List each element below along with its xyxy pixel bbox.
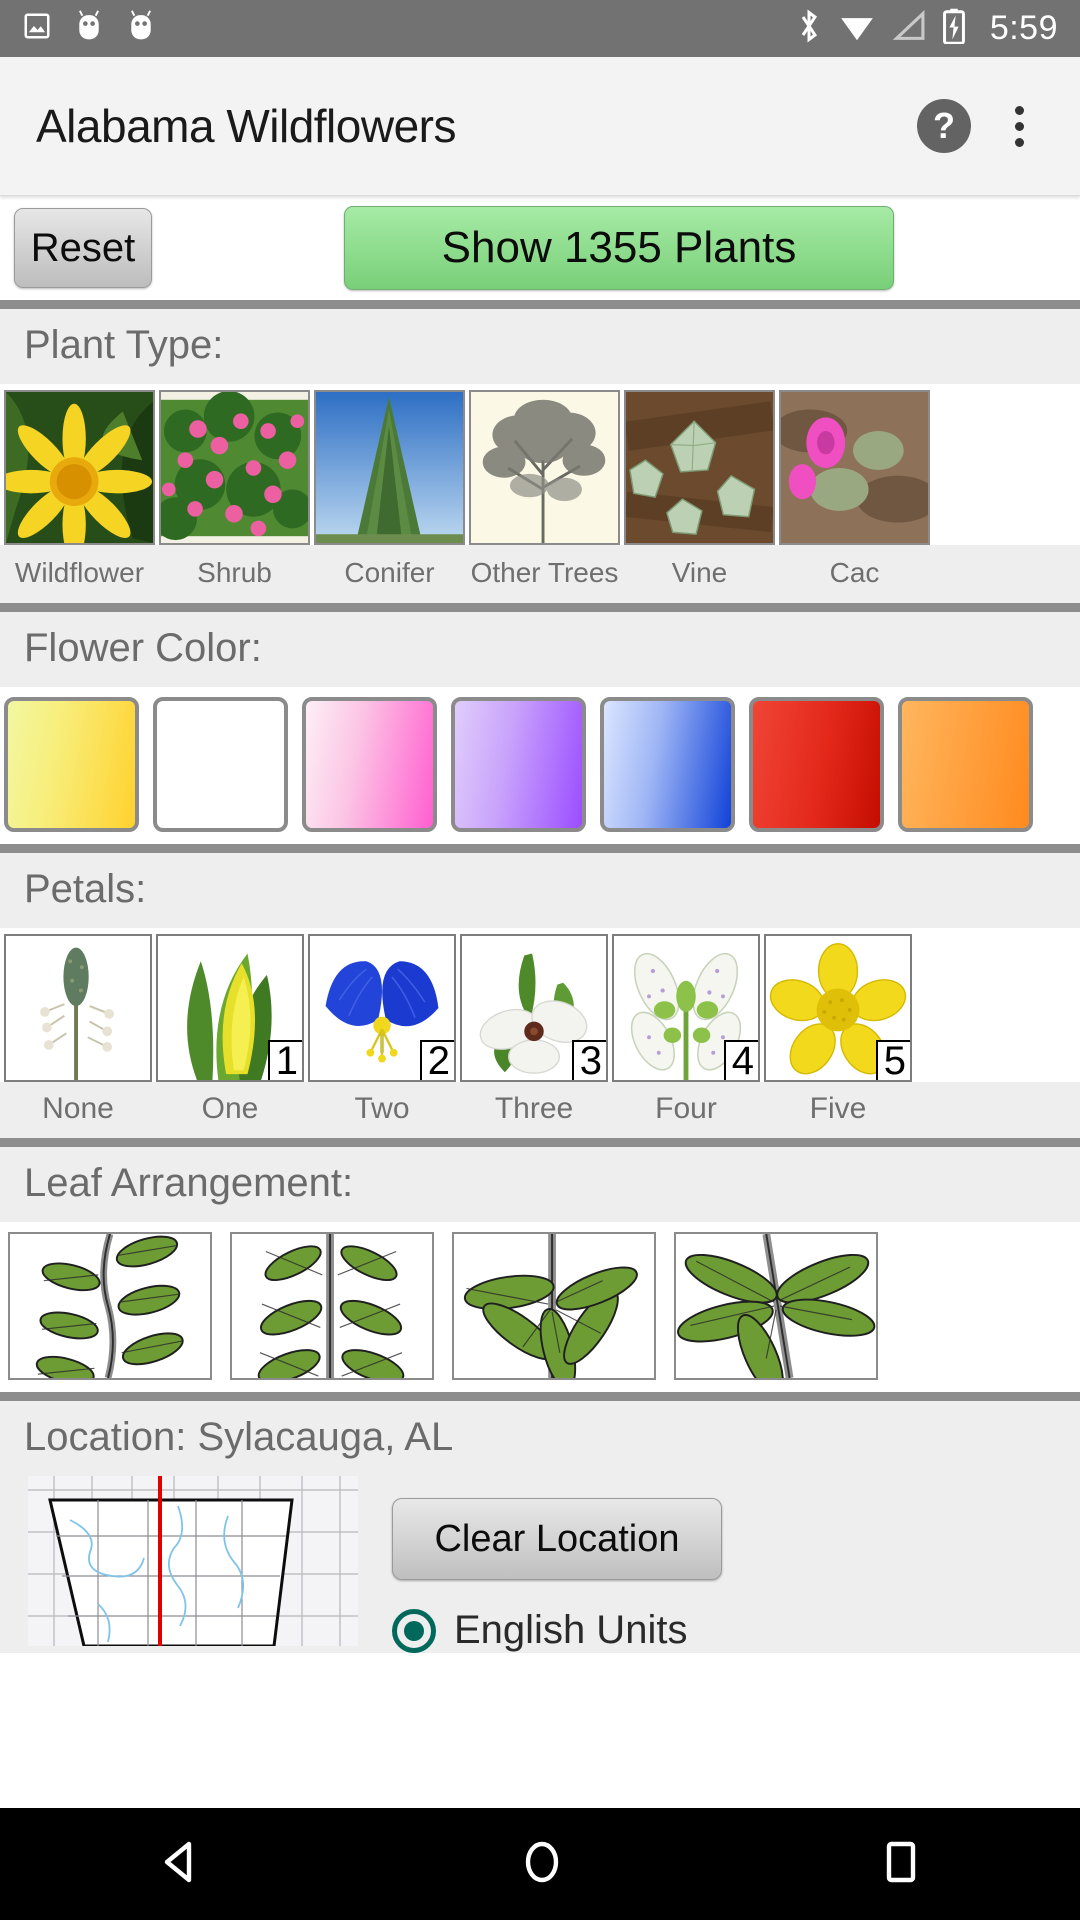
show-plants-button[interactable]: Show 1355 Plants xyxy=(344,206,894,290)
plantain-spike-photo xyxy=(4,934,152,1082)
plant-type-option-vine[interactable] xyxy=(624,390,775,545)
plant-type-option-other-trees[interactable] xyxy=(469,390,620,545)
petals-label-four: Four xyxy=(655,1092,717,1125)
petals-label-five: Five xyxy=(809,1092,867,1125)
section-divider xyxy=(0,603,1080,612)
page-title: Alabama Wildflowers xyxy=(36,100,456,152)
petals-option-three[interactable]: 3 xyxy=(460,934,608,1082)
section-divider xyxy=(0,1392,1080,1401)
leaf-arrangement-option-palmate[interactable] xyxy=(674,1232,878,1380)
petals-badge-four: 4 xyxy=(723,1040,758,1080)
battery-charging-icon xyxy=(942,8,966,49)
plant-type-option-wildflower[interactable] xyxy=(4,390,155,545)
petals-label-two: Two xyxy=(354,1092,410,1125)
petals-labels: None One Two Three Four Five xyxy=(0,1082,1080,1138)
flower-color-header: Flower Color: xyxy=(0,612,1080,687)
yellow-sunflower-photo xyxy=(4,390,155,545)
plant-type-label-conifer: Conifer xyxy=(344,557,435,588)
petals-badge-three: 3 xyxy=(571,1040,606,1080)
android-navigation-bar xyxy=(0,1808,1080,1920)
status-bar-right-icons: 5:59 xyxy=(796,8,1058,49)
white-trillium-photo: 3 xyxy=(460,934,608,1082)
help-circle-icon[interactable]: ? xyxy=(917,99,971,153)
flower-color-swatch-pink[interactable] xyxy=(302,697,437,832)
status-bar-clock: 5:59 xyxy=(989,9,1058,47)
ivy-vine-leaves-photo xyxy=(624,390,775,545)
location-section: Location: Sylacauga, AL Clear Location E… xyxy=(0,1401,1080,1653)
plant-type-header: Plant Type: xyxy=(0,309,1080,384)
app-bar: Alabama Wildflowers ? xyxy=(0,57,1080,196)
english-units-label: English Units xyxy=(454,1608,688,1652)
petals-label-none: None xyxy=(42,1092,114,1125)
bare-tree-sepia-photo xyxy=(469,390,620,545)
petals-badge-one: 1 xyxy=(267,1040,302,1080)
recents-square-icon[interactable] xyxy=(879,1838,923,1891)
android-icon xyxy=(74,9,104,48)
cactus-pink-bloom-photo xyxy=(779,390,930,545)
plant-type-label-cactus: Cac xyxy=(829,557,880,588)
android-icon xyxy=(126,9,156,48)
plant-type-option-shrub[interactable] xyxy=(159,390,310,545)
location-controls: Clear Location English Units xyxy=(392,1476,722,1653)
status-bar: 5:59 xyxy=(0,0,1080,57)
leaf-arrangement-option-alternate[interactable] xyxy=(8,1232,212,1380)
petals-option-none[interactable] xyxy=(4,934,152,1082)
clear-location-button[interactable]: Clear Location xyxy=(392,1498,722,1580)
petals-label-one: One xyxy=(201,1092,259,1125)
pink-flowering-shrub-photo xyxy=(159,390,310,545)
petals-thumbnail-strip[interactable]: 1 2 3 4 5 xyxy=(0,928,1080,1082)
radio-selected-icon[interactable] xyxy=(392,1608,436,1653)
leaf-arrangement-strip[interactable] xyxy=(0,1222,1080,1392)
flower-color-swatch-white[interactable] xyxy=(153,697,288,832)
wifi-icon xyxy=(838,10,876,47)
leaf-arrangement-option-opposite[interactable] xyxy=(230,1232,434,1380)
alabama-county-map[interactable] xyxy=(28,1476,358,1646)
leaf-arrangement-header: Leaf Arrangement: xyxy=(0,1147,1080,1222)
section-divider xyxy=(0,844,1080,853)
plant-type-labels: Wildflower Shrub Conifer Other Trees Vin… xyxy=(0,545,1080,603)
flower-color-swatch-blue[interactable] xyxy=(600,697,735,832)
leaf-arrangement-option-whorled[interactable] xyxy=(452,1232,656,1380)
reset-button[interactable]: Reset xyxy=(14,208,152,288)
plant-type-label-vine: Vine xyxy=(671,557,728,588)
white-spotted-flower-photo: 4 xyxy=(612,934,760,1082)
plant-type-option-cactus[interactable] xyxy=(779,390,930,545)
petals-header: Petals: xyxy=(0,853,1080,928)
plant-type-thumbnail-strip[interactable] xyxy=(0,384,1080,545)
petals-option-five[interactable]: 5 xyxy=(764,934,912,1082)
flower-color-swatch-yellow[interactable] xyxy=(4,697,139,832)
flower-color-swatch-more[interactable] xyxy=(898,697,1033,832)
petals-option-two[interactable]: 2 xyxy=(308,934,456,1082)
back-triangle-icon[interactable] xyxy=(157,1838,205,1891)
signal-icon xyxy=(892,10,926,47)
petals-badge-two: 2 xyxy=(419,1040,454,1080)
yellow-spathe-photo: 1 xyxy=(156,934,304,1082)
blue-dayflower-photo: 2 xyxy=(308,934,456,1082)
petals-option-one[interactable]: 1 xyxy=(156,934,304,1082)
image-icon xyxy=(22,11,52,46)
flower-color-swatch-purple[interactable] xyxy=(451,697,586,832)
home-circle-icon[interactable] xyxy=(518,1838,566,1891)
section-divider xyxy=(0,300,1080,309)
app-bar-actions: ? xyxy=(917,99,1044,153)
section-divider xyxy=(0,1138,1080,1147)
filter-action-row: Reset Show 1355 Plants xyxy=(0,196,1080,300)
plant-type-label-other-trees: Other Trees xyxy=(470,557,619,588)
petals-label-three: Three xyxy=(494,1092,574,1125)
more-vertical-icon[interactable] xyxy=(1005,100,1034,153)
plant-type-label-shrub: Shrub xyxy=(197,557,272,588)
flower-color-swatch-strip[interactable] xyxy=(0,687,1080,844)
conifer-tree-sky-photo xyxy=(314,390,465,545)
location-body: Clear Location English Units xyxy=(0,1476,1080,1653)
flower-color-swatch-red[interactable] xyxy=(749,697,884,832)
status-bar-left-icons xyxy=(22,9,156,48)
english-units-radio-row[interactable]: English Units xyxy=(392,1608,722,1653)
petals-option-four[interactable]: 4 xyxy=(612,934,760,1082)
petals-badge-five: 5 xyxy=(875,1040,910,1080)
yellow-buttercup-photo: 5 xyxy=(764,934,912,1082)
location-header: Location: Sylacauga, AL xyxy=(0,1401,1080,1476)
plant-type-option-conifer[interactable] xyxy=(314,390,465,545)
plant-type-label-wildflower: Wildflower xyxy=(14,557,145,588)
bluetooth-icon xyxy=(796,8,822,49)
